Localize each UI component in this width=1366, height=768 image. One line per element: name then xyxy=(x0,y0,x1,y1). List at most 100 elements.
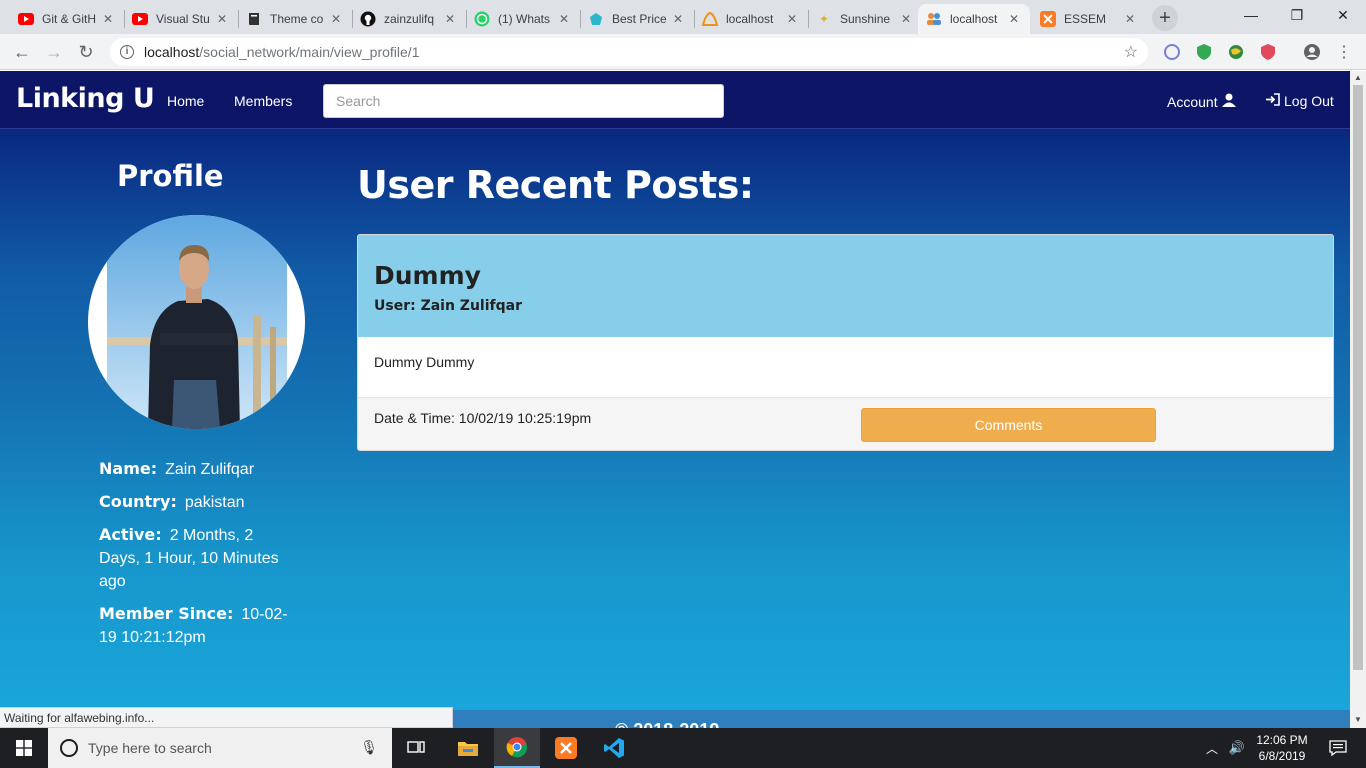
profile-name: Name: Zain Zulifqar xyxy=(99,457,299,481)
volume-icon[interactable]: 🔊 xyxy=(1226,728,1248,768)
minimize-button[interactable]: — xyxy=(1228,0,1274,30)
post-card: Dummy User: Zain Zulifqar Dummy Dummy Da… xyxy=(357,234,1334,451)
post-footer: Date & Time: 10/02/19 10:25:19pm Comment… xyxy=(358,397,1333,450)
close-icon[interactable]: ✕ xyxy=(784,12,800,26)
browser-tab-active[interactable]: localhost ✕ xyxy=(918,4,1030,34)
shield-icon[interactable] xyxy=(1194,42,1214,62)
account-label: Account xyxy=(1167,93,1218,110)
nav-home-link[interactable]: Home xyxy=(167,93,204,109)
shop-icon xyxy=(588,11,604,27)
close-icon[interactable]: ✕ xyxy=(442,12,458,26)
browser-tab[interactable]: zainzulifq ✕ xyxy=(352,4,466,34)
active-label: Active: xyxy=(99,525,162,544)
name-label: Name: xyxy=(99,459,158,478)
tab-title: Theme co xyxy=(270,12,324,26)
page-scrollbar[interactable]: ▲ ▼ xyxy=(1350,71,1366,728)
browser-toolbar: ← → ↻ i localhost/social_network/main/vi… xyxy=(0,34,1366,70)
close-window-button[interactable]: ✕ xyxy=(1320,0,1366,30)
globe-icon[interactable] xyxy=(1226,42,1246,62)
site-brand[interactable]: Linking U xyxy=(16,83,155,114)
xampp-icon xyxy=(1040,11,1056,27)
profile-heading: Profile xyxy=(117,159,224,193)
file-explorer-icon[interactable] xyxy=(446,728,490,768)
phpmyadmin-icon xyxy=(702,11,718,27)
close-icon[interactable]: ✕ xyxy=(214,12,230,26)
address-bar[interactable]: i localhost/social_network/main/view_pro… xyxy=(110,38,1148,66)
post-title[interactable]: Dummy xyxy=(374,261,1317,290)
profile-active: Active: 2 Months, 2 Days, 1 Hour, 10 Minu… xyxy=(99,523,287,593)
footer-copyright: © 2018-2019 xyxy=(615,720,719,728)
cortana-icon xyxy=(60,739,78,757)
url-path: /social_network/main/view_profile/1 xyxy=(199,44,420,60)
forward-button[interactable]: → xyxy=(42,40,66,64)
browser-tab[interactable]: ✦ Sunshine ✕ xyxy=(808,4,922,34)
country-label: Country: xyxy=(99,492,177,511)
close-icon[interactable]: ✕ xyxy=(898,12,914,26)
chrome-taskbar-icon[interactable] xyxy=(494,728,540,768)
page-viewport: Linking U Home Members Account Log Out P… xyxy=(0,71,1350,728)
tab-title: (1) Whats xyxy=(498,12,551,26)
tab-title: localhost xyxy=(726,12,774,26)
notifications-icon[interactable] xyxy=(1318,728,1358,768)
browser-tab[interactable]: localhost ✕ xyxy=(694,4,808,34)
profile-member-since: Member Since: 10-02-19 10:21:12pm xyxy=(99,602,291,649)
close-icon[interactable]: ✕ xyxy=(1122,12,1138,26)
reload-button[interactable]: ↻ xyxy=(74,40,98,64)
post-header: Dummy User: Zain Zulifqar xyxy=(358,235,1333,337)
maximize-button[interactable]: ❐ xyxy=(1274,0,1320,30)
name-value: Zain Zulifqar xyxy=(165,461,255,478)
comments-button[interactable]: Comments xyxy=(861,408,1156,442)
nav-members-link[interactable]: Members xyxy=(234,93,292,109)
whatsapp-icon xyxy=(474,11,490,27)
menu-icon[interactable]: ⋮ xyxy=(1334,42,1354,62)
browser-tab[interactable]: ESSEM ✕ xyxy=(1032,4,1146,34)
close-icon[interactable]: ✕ xyxy=(556,12,572,26)
microphone-icon[interactable]: 🎙 xyxy=(360,739,378,756)
country-value: pakistan xyxy=(184,494,245,511)
logout-link[interactable]: Log Out xyxy=(1265,93,1334,109)
taskbar-search-box[interactable]: Type here to search 🎙 xyxy=(48,728,392,768)
browser-tab[interactable]: (1) Whats ✕ xyxy=(466,4,580,34)
site-search-input[interactable] xyxy=(323,84,724,118)
bookmark-star-icon[interactable]: ☆ xyxy=(1124,42,1138,62)
new-tab-button[interactable]: + xyxy=(1152,5,1178,31)
youtube-icon xyxy=(18,11,34,27)
sparkle-icon: ✦ xyxy=(818,12,830,26)
tab-title: Visual Stu xyxy=(156,12,210,26)
adblock-icon[interactable] xyxy=(1258,42,1278,62)
close-icon[interactable]: ✕ xyxy=(328,12,344,26)
task-view-icon[interactable] xyxy=(396,728,436,768)
youtube-icon xyxy=(132,11,148,27)
info-icon[interactable]: i xyxy=(120,45,134,59)
show-hidden-icons-icon[interactable]: ︿ xyxy=(1202,728,1222,768)
tab-title: ESSEM xyxy=(1064,12,1107,26)
close-icon[interactable]: ✕ xyxy=(670,12,686,26)
taskbar-clock[interactable]: 12:06 PM 6/8/2019 xyxy=(1252,732,1312,764)
browser-tab[interactable]: Git & GitH ✕ xyxy=(10,4,124,34)
site-navbar: Linking U Home Members Account Log Out xyxy=(0,71,1350,129)
profile-icon[interactable] xyxy=(1302,42,1322,62)
back-button[interactable]: ← xyxy=(10,40,34,64)
browser-tab[interactable]: Theme co ✕ xyxy=(238,4,352,34)
scroll-down-arrow[interactable]: ▼ xyxy=(1354,715,1362,724)
tab-title: Sunshine xyxy=(840,12,891,26)
url-host: localhost xyxy=(144,44,200,60)
vscode-taskbar-icon[interactable] xyxy=(592,728,636,768)
scroll-up-arrow[interactable]: ▲ xyxy=(1354,73,1362,82)
post-datetime: Date & Time: 10/02/19 10:25:19pm xyxy=(374,410,592,426)
browser-tab[interactable]: Best Price ✕ xyxy=(580,4,694,34)
logout-icon xyxy=(1265,93,1280,109)
browser-tab-strip: Git & GitH ✕ Visual Stu ✕ Theme co ✕ zai… xyxy=(0,0,1366,34)
taskbar-search-placeholder: Type here to search xyxy=(88,740,212,756)
xampp-taskbar-icon[interactable] xyxy=(544,728,588,768)
close-icon[interactable]: ✕ xyxy=(100,12,116,26)
account-menu[interactable]: Account xyxy=(1167,93,1236,110)
scrollbar-thumb[interactable] xyxy=(1353,85,1363,670)
close-icon[interactable]: ✕ xyxy=(1006,12,1022,26)
windows-start-icon[interactable] xyxy=(0,728,48,768)
tab-title: localhost xyxy=(950,12,998,26)
browser-tab[interactable]: Visual Stu ✕ xyxy=(124,4,238,34)
users-icon xyxy=(926,11,942,27)
extension-icon[interactable] xyxy=(1162,42,1182,62)
post-body: Dummy Dummy xyxy=(358,337,1333,397)
